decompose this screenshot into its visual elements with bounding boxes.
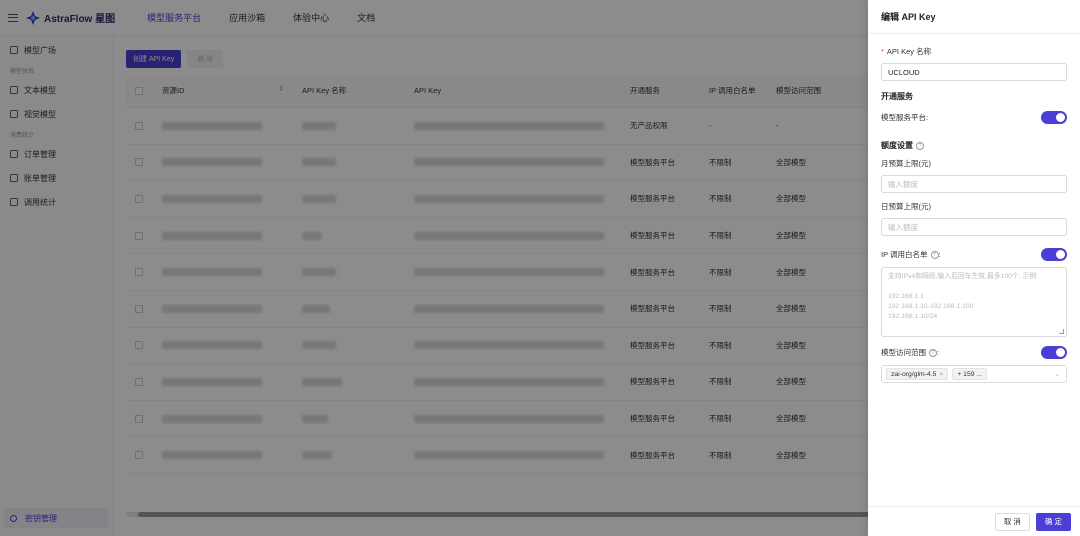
name-label: * API Key 名称 <box>881 46 1067 57</box>
placeholder-example: 192.168.1.10-192.168.1.100 <box>888 303 974 310</box>
daily-budget-label: 日预算上限(元) <box>881 202 931 211</box>
service-section-title: 开通服务 <box>881 92 913 101</box>
more-models-tag[interactable]: + 159 ... <box>952 368 988 380</box>
required-mark: * <box>881 47 884 56</box>
drawer-footer: 取 消 确 定 <box>868 506 1080 536</box>
api-key-name-input[interactable]: UCLOUD <box>881 63 1067 81</box>
resize-handle-icon[interactable] <box>1059 329 1064 334</box>
placeholder-line: 支持IPv4和网段,输入后回车生效,最多100个, 示例: <box>888 273 1038 280</box>
model-tag-label: zai-org/glm-4.5 <box>891 370 937 378</box>
edit-api-key-drawer: 编辑 API Key * API Key 名称 UCLOUD 开通服务 模型服务平… <box>868 0 1080 536</box>
monthly-budget-label: 月预算上限(元) <box>881 159 931 168</box>
monthly-budget-input[interactable]: 输入额度 <box>881 175 1067 193</box>
quota-section-title: 额度设置 <box>881 141 913 150</box>
daily-budget-input[interactable]: 输入额度 <box>881 218 1067 236</box>
close-icon[interactable]: × <box>939 371 943 378</box>
ip-whitelist-textarea[interactable]: 支持IPv4和网段,输入后回车生效,最多100个, 示例: 192.168.1.… <box>881 267 1067 337</box>
help-icon[interactable]: ? <box>929 348 937 357</box>
name-label-text: API Key 名称 <box>886 47 932 56</box>
drawer-title: 编辑 API Key <box>868 0 1080 34</box>
modal-overlay[interactable] <box>0 0 868 536</box>
placeholder-example: 192.168.1.1 <box>888 293 924 300</box>
ip-whitelist-toggle[interactable] <box>1041 248 1067 261</box>
model-scope-select[interactable]: zai-org/glm-4.5 × + 159 ... ⌄ <box>881 365 1067 383</box>
service-toggle[interactable] <box>1041 111 1067 124</box>
chevron-down-icon[interactable]: ⌄ <box>1054 370 1060 378</box>
model-scope-toggle[interactable] <box>1041 346 1067 359</box>
colon: : <box>937 348 940 357</box>
service-label: 模型服务平台: <box>881 113 929 122</box>
ip-whitelist-label: IP 调用白名单 <box>881 250 928 259</box>
help-icon[interactable]: ? <box>916 141 924 150</box>
help-icon[interactable]: ? <box>930 250 939 259</box>
model-scope-label: 模型访问范围 <box>881 348 926 357</box>
confirm-button[interactable]: 确 定 <box>1035 512 1071 531</box>
drawer-body: * API Key 名称 UCLOUD 开通服务 模型服务平台: 额度设置? 月预… <box>881 34 1067 383</box>
placeholder-example: 192.168.1.10/24 <box>888 313 938 320</box>
cancel-button[interactable]: 取 消 <box>994 512 1030 531</box>
colon: : <box>938 250 941 259</box>
model-tag: zai-org/glm-4.5 × <box>886 368 949 380</box>
